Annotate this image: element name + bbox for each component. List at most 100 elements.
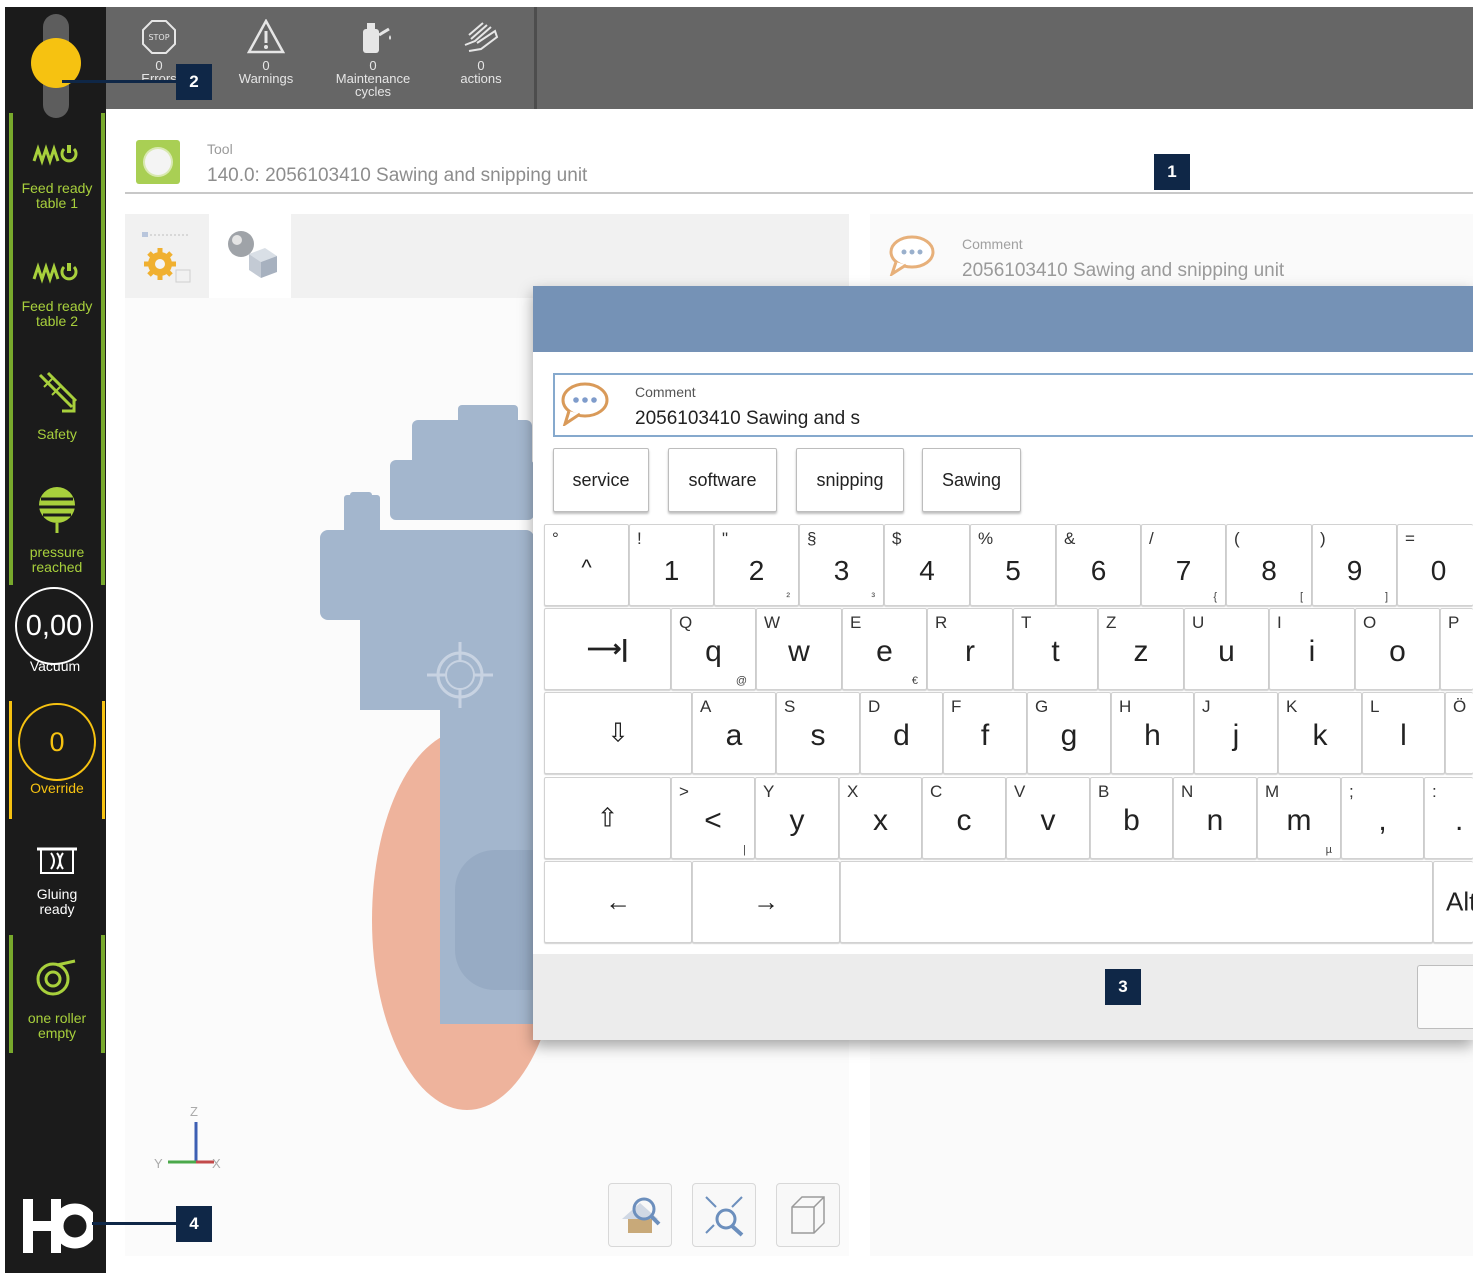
key-f[interactable]: F f — [943, 692, 1027, 774]
key-0[interactable]: = 0 — [1397, 524, 1473, 606]
key-c[interactable]: C c — [922, 777, 1006, 859]
dialog-titlebar[interactable] — [533, 286, 1473, 352]
key-2[interactable]: " 2 ² — [714, 524, 799, 606]
key-space[interactable] — [840, 861, 1433, 943]
zoom-fit-button[interactable] — [692, 1183, 756, 1247]
key-arrow-right[interactable]: → — [692, 861, 840, 943]
wireframe-button[interactable] — [776, 1183, 840, 1247]
key-char: s — [810, 719, 826, 752]
tab-3d-view[interactable] — [209, 214, 291, 304]
home-view-icon — [622, 1197, 661, 1233]
sidebar-item-safety[interactable]: Safety — [9, 349, 105, 467]
key-oe[interactable]: Ö — [1445, 692, 1473, 774]
key-char: 5 — [1005, 555, 1021, 586]
key-7[interactable]: / 7 { — [1141, 524, 1226, 606]
key-shift-char: E — [850, 613, 862, 632]
key-6[interactable]: & 6 — [1056, 524, 1141, 606]
key-g[interactable]: G g — [1027, 692, 1111, 774]
key-h[interactable]: H h — [1111, 692, 1194, 774]
key-char: u — [1218, 635, 1235, 668]
key-capslock[interactable]: ⇩ — [544, 692, 692, 774]
key-caret[interactable]: ° ^ — [544, 524, 629, 606]
key-t[interactable]: T t — [1013, 608, 1098, 690]
key-j[interactable]: J j — [1194, 692, 1278, 774]
key-u[interactable]: U u — [1184, 608, 1269, 690]
home-view-button[interactable] — [608, 1183, 672, 1247]
sidebar-item-label: Feed ready — [21, 298, 93, 314]
key-d[interactable]: D d — [860, 692, 943, 774]
override-control[interactable]: 0 Override — [9, 701, 105, 819]
suggestion-button[interactable]: Sawing — [922, 448, 1021, 512]
key-r[interactable]: R r — [927, 608, 1013, 690]
suggestion-button[interactable]: snipping — [796, 448, 904, 512]
key-3[interactable]: § 3 ³ — [799, 524, 884, 606]
key-a[interactable]: A a — [692, 692, 776, 774]
key-shift-char: W — [764, 613, 781, 632]
topbar-divider — [534, 7, 537, 109]
key-shift-char: J — [1202, 697, 1211, 716]
sidebar-item-feed-ready-table-1[interactable]: Feed ready table 1 — [9, 113, 105, 231]
key-v[interactable]: V v — [1006, 777, 1090, 859]
key-4[interactable]: $ 4 — [884, 524, 970, 606]
actions-counter[interactable]: 0 actions — [436, 19, 526, 85]
sidebar-item-one-roller-empty[interactable]: one roller empty — [9, 935, 105, 1053]
key-shift[interactable]: ⇧ — [544, 777, 671, 859]
stop-sign-icon: STOP — [142, 20, 176, 54]
key-less-than[interactable]: > < | — [671, 777, 755, 859]
key-arrow-left[interactable]: ← — [544, 861, 692, 943]
key-n[interactable]: N n — [1173, 777, 1257, 859]
sidebar-item-pressure-reached[interactable]: pressure reached — [9, 467, 105, 585]
key-q[interactable]: Q q @ — [671, 608, 756, 690]
tab-arrow-icon: ⟶| — [586, 635, 629, 663]
key-comma[interactable]: ; , — [1341, 777, 1424, 859]
key-5[interactable]: % 5 — [970, 524, 1056, 606]
key-e[interactable]: E e € — [842, 608, 927, 690]
warnings-counter[interactable]: 0 Warnings — [221, 19, 311, 85]
sidebar-item-feed-ready-table-2[interactable]: Feed ready table 2 — [9, 231, 105, 349]
key-char: 2 — [748, 555, 765, 586]
key-alt-char: ³ — [871, 591, 875, 603]
key-y[interactable]: Y y — [755, 777, 839, 859]
key-9[interactable]: ) 9 ] — [1312, 524, 1397, 606]
header-divider — [125, 192, 1473, 194]
sidebar-item-label: table 2 — [35, 313, 79, 329]
sidebar-item-gluing-ready[interactable]: Gluing ready — [9, 825, 105, 935]
callout-4: 4 — [176, 1206, 212, 1242]
maintenance-counter[interactable]: 0 Maintenance cycles — [328, 21, 418, 98]
gear-settings-icon — [142, 232, 191, 283]
dialog-footer — [533, 954, 1473, 1040]
dialog-confirm-button[interactable] — [1417, 965, 1473, 1029]
key-i[interactable]: I i — [1269, 608, 1355, 690]
key-shift-char: M — [1265, 782, 1280, 801]
key-b[interactable]: B b — [1090, 777, 1173, 859]
key-1[interactable]: ! 1 — [629, 524, 714, 606]
maintenance-label: Maintenance cycles — [328, 72, 418, 98]
key-l[interactable]: L l — [1362, 692, 1445, 774]
key-tab[interactable]: ⟶| — [544, 608, 671, 690]
key-shift-char: D — [868, 697, 881, 716]
key-m[interactable]: M m µ — [1257, 777, 1341, 859]
key-8[interactable]: ( 8 [ — [1226, 524, 1312, 606]
key-alt-char: [ — [1299, 591, 1303, 603]
key-alt[interactable]: Alt — [1433, 861, 1473, 943]
input-value[interactable]: 2056103410 Sawing and s — [635, 408, 860, 430]
key-x[interactable]: X x — [839, 777, 922, 859]
key-shift-char: ( — [1234, 529, 1240, 548]
key-period[interactable]: : . — [1424, 777, 1473, 859]
pressure-icon — [39, 487, 75, 533]
key-char: f — [980, 719, 990, 752]
key-w[interactable]: W w — [756, 608, 842, 690]
model-part — [350, 492, 372, 506]
key-s[interactable]: S s — [776, 692, 860, 774]
callout-2: 2 — [176, 64, 212, 100]
key-p[interactable]: P — [1440, 608, 1473, 690]
tab-parameters[interactable] — [138, 226, 198, 286]
key-z[interactable]: Z z — [1098, 608, 1184, 690]
key-char: g — [1060, 719, 1078, 752]
key-k[interactable]: K k — [1278, 692, 1362, 774]
key-shift-char: & — [1064, 529, 1076, 548]
key-o[interactable]: O o — [1355, 608, 1440, 690]
suggestion-button[interactable]: software — [668, 448, 777, 512]
suggestion-button[interactable]: service — [553, 448, 649, 512]
key-char: b — [1123, 804, 1140, 837]
